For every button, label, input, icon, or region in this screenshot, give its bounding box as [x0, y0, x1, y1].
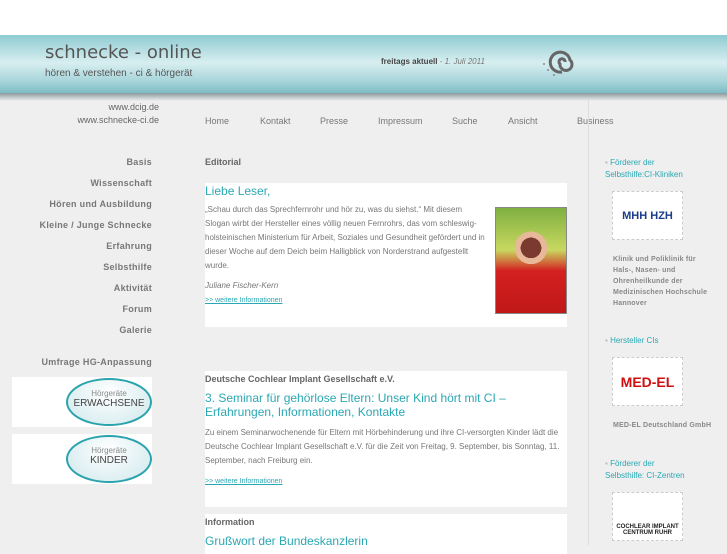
article-editorial: Liebe Leser, „Schau durch das Sprechfern…	[205, 183, 567, 327]
menu-aktivitaet[interactable]: Aktivität	[114, 283, 152, 293]
nav-home[interactable]: Home	[205, 116, 229, 126]
menu-selbsthilfe[interactable]: Selbsthilfe	[103, 262, 152, 272]
sidebar-caption: Klinik und Poliklinik für Hals-, Nasen- …	[613, 256, 708, 307]
nav-ansicht[interactable]: Ansicht	[508, 116, 538, 126]
news-label: freitags aktuell	[381, 57, 438, 66]
menu-wissenschaft[interactable]: Wissenschaft	[90, 178, 152, 188]
medel-logo[interactable]: MED-EL	[612, 357, 683, 406]
article-title[interactable]: Liebe Leser,	[205, 184, 270, 198]
button-small-label: Hörgeräte	[91, 446, 127, 455]
news-ticker[interactable]: freitags aktuell - 1. Juli 2011	[381, 57, 485, 66]
sidebar-link-hersteller[interactable]: Hersteller CIs	[605, 335, 658, 347]
sidebar-caption: MED-EL Deutschland GmbH	[613, 422, 712, 429]
article-text: Zu einem Seminarwochenende für Eltern mi…	[205, 428, 560, 465]
snail-logo-icon	[543, 50, 574, 76]
news-date: - 1. Juli 2011	[437, 57, 485, 66]
mhh-logo[interactable]: MHH HZH	[612, 191, 683, 240]
author-photo	[495, 207, 567, 314]
link-schnecke-ci[interactable]: www.schnecke-ci.de	[77, 114, 159, 127]
button-big-label: ERWACHSENE	[73, 398, 145, 409]
site-tagline: hören & verstehen - ci & hörgerät	[45, 68, 193, 79]
nav-kontakt[interactable]: Kontakt	[260, 116, 291, 126]
section-editorial: Editorial	[205, 157, 242, 167]
menu-hoeren-ausbildung[interactable]: Hören und Ausbildung	[49, 199, 152, 209]
button-small-label: Hörgeräte	[91, 389, 127, 398]
article-author: Juliane Fischer-Kern	[205, 281, 279, 290]
more-info-link[interactable]: >> weitere Informationen	[205, 478, 282, 485]
site-logo[interactable]: schnecke - online	[45, 42, 202, 63]
nav-impressum[interactable]: Impressum	[378, 116, 423, 126]
article-text: „Schau durch das Sprechfernrohr und hör …	[205, 205, 485, 270]
menu-umfrage[interactable]: Umfrage HG-Anpassung	[41, 357, 152, 367]
hoergeraete-kinder-button[interactable]: Hörgeräte KINDER	[12, 434, 152, 484]
top-strip	[0, 0, 727, 35]
article-title[interactable]: 3. Seminar für gehörlose Eltern: Unser K…	[205, 391, 565, 419]
menu-galerie[interactable]: Galerie	[119, 325, 152, 335]
nav-suche[interactable]: Suche	[452, 116, 478, 126]
header-shadow	[0, 93, 727, 101]
article-dcig: Deutsche Cochlear Implant Gesellschaft e…	[205, 371, 567, 507]
link-dcig[interactable]: www.dcig.de	[77, 101, 159, 114]
article-information: Information Grußwort der Bundeskanzlerin	[205, 514, 567, 554]
more-info-link[interactable]: >> weitere Informationen	[205, 297, 282, 304]
cir-logo[interactable]: COCHLEAR IMPLANT CENTRUM RUHR	[612, 492, 683, 541]
sidebar-link-ci-kliniken[interactable]: Förderer der Selbsthilfe:CI-Kliniken	[605, 157, 695, 181]
partner-links: www.dcig.de www.schnecke-ci.de	[77, 101, 159, 127]
sidebar-link-ci-zentren[interactable]: Förderer der Selbsthilfe: CI-Zentren	[605, 458, 695, 482]
section-information: Information	[205, 517, 255, 527]
button-big-label: KINDER	[90, 455, 128, 466]
hoergeraete-erwachsene-button[interactable]: Hörgeräte ERWACHSENE	[12, 377, 152, 427]
menu-kleine-junge-schnecke[interactable]: Kleine / Junge Schnecke	[40, 220, 152, 230]
menu-forum[interactable]: Forum	[123, 304, 153, 314]
column-divider	[588, 100, 589, 545]
article-title[interactable]: Grußwort der Bundeskanzlerin	[205, 534, 368, 548]
nav-presse[interactable]: Presse	[320, 116, 348, 126]
nav-business[interactable]: Business	[577, 116, 614, 126]
menu-erfahrung[interactable]: Erfahrung	[106, 241, 152, 251]
menu-basis[interactable]: Basis	[126, 157, 152, 167]
section-dcig: Deutsche Cochlear Implant Gesellschaft e…	[205, 374, 395, 384]
